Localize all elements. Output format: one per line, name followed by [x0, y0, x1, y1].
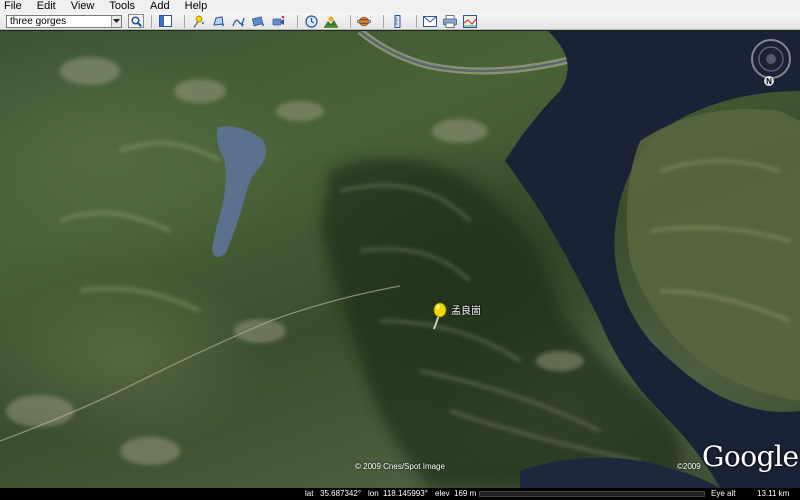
elev-value: 169 m [454, 489, 477, 498]
toolbar-separator [151, 14, 152, 28]
menu-bar: File Edit View Tools Add Help [0, 0, 800, 13]
magnifier-icon [130, 15, 142, 27]
status-bar: lat 35.687342° lon 118.145993° elev 169 … [0, 488, 800, 500]
add-image-overlay-button[interactable] [250, 14, 266, 28]
streaming-progress-bar [479, 491, 705, 497]
lat-label: lat [305, 489, 314, 498]
menu-view[interactable]: View [71, 0, 95, 13]
toolbar [0, 13, 800, 30]
print-button[interactable] [442, 14, 458, 28]
pushpin-icon[interactable] [429, 301, 451, 331]
print-icon [443, 14, 457, 28]
lon-label: lon [368, 489, 379, 498]
search-input[interactable] [7, 15, 111, 27]
sunlight-icon [324, 16, 338, 28]
compass-north-label: N [766, 77, 772, 86]
tour-icon [272, 15, 284, 25]
toolbar-separator [416, 14, 417, 28]
reservoir [212, 126, 267, 258]
satellite-imagery [0, 31, 800, 488]
menu-edit[interactable]: Edit [37, 0, 56, 13]
image-overlay-icon [251, 15, 264, 26]
compass-icon[interactable]: N [748, 36, 794, 94]
historical-imagery-button[interactable] [303, 14, 319, 28]
polygon-icon [212, 15, 224, 26]
search-history-dropdown[interactable] [111, 15, 121, 27]
maps-icon [463, 14, 477, 28]
lon-value: 118.145993° [383, 489, 428, 498]
imagery-credit: © 2009 Cnes/Spot Image [355, 462, 445, 471]
toolbar-separator [184, 14, 185, 28]
menu-add[interactable]: Add [150, 0, 170, 13]
historical-imagery-icon [304, 14, 318, 28]
placemark-label[interactable]: 孟良崮 [451, 302, 481, 317]
sidebar-toggle-icon [158, 15, 172, 27]
path-icon [231, 17, 245, 26]
chevron-down-icon [113, 18, 120, 23]
planet-icon [357, 16, 371, 26]
sidebar-toggle-button[interactable] [157, 14, 173, 28]
add-placemark-button[interactable] [190, 14, 206, 28]
toolbar-separator [297, 14, 298, 28]
navigation-control[interactable]: N [748, 36, 794, 94]
google-logo: Google [702, 440, 799, 473]
lat-value: 35.687342° [320, 489, 362, 498]
eye-alt-value: 13.11 km [757, 489, 790, 498]
menu-help[interactable]: Help [185, 0, 208, 13]
email-icon [423, 15, 437, 27]
add-path-button[interactable] [230, 14, 246, 28]
toolbar-separator [383, 14, 384, 28]
search-box [6, 14, 122, 28]
record-tour-button[interactable] [270, 14, 286, 28]
placemark-icon [192, 15, 204, 28]
ruler-icon [394, 14, 400, 28]
ruler-button[interactable] [389, 14, 405, 28]
menu-tools[interactable]: Tools [109, 0, 135, 13]
logo-copyright: ©2009 [677, 462, 701, 471]
elev-label: elev [435, 489, 450, 498]
menu-file[interactable]: File [4, 0, 22, 13]
email-button[interactable] [422, 14, 438, 28]
toolbar-separator [350, 14, 351, 28]
map-view[interactable]: 孟良崮 N © 2009 Cnes/Spot Image ©2009 Googl… [0, 31, 800, 488]
eye-alt-label: Eye alt [711, 489, 736, 498]
sunlight-button[interactable] [323, 14, 339, 28]
view-in-maps-button[interactable] [462, 14, 478, 28]
add-polygon-button[interactable] [210, 14, 226, 28]
search-button[interactable] [128, 14, 144, 28]
switch-planet-button[interactable] [356, 14, 372, 28]
